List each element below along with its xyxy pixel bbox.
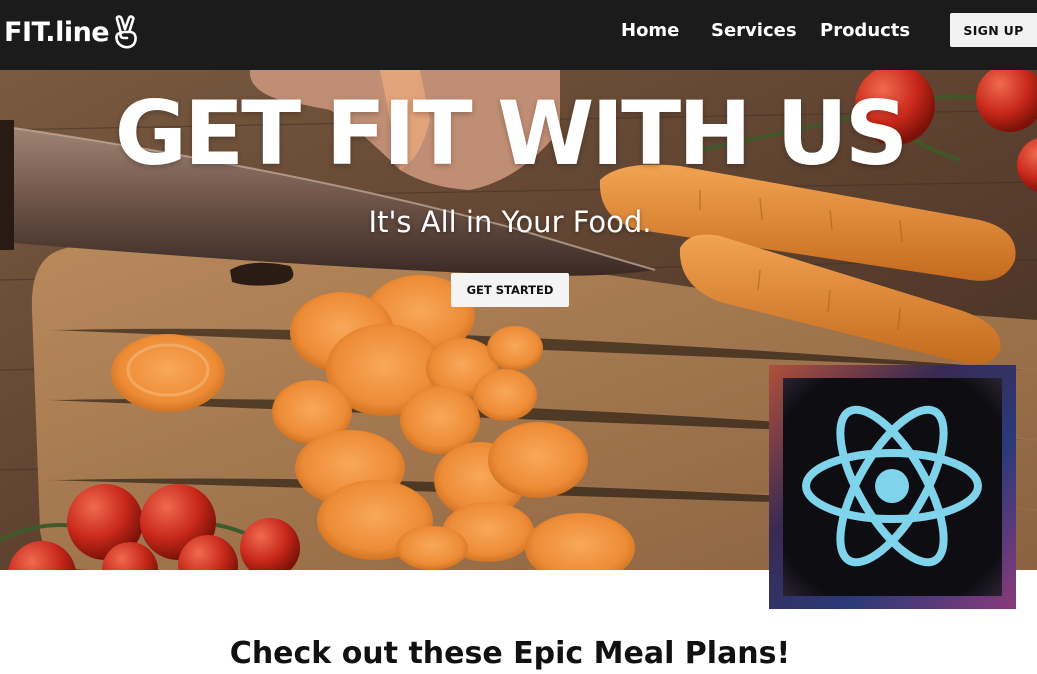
nav-link-services[interactable]: Services <box>711 20 797 41</box>
hero-title: GET FIT WITH US <box>114 82 908 185</box>
navbar: FIT.line Home Services Products SIGN UP <box>0 0 1037 70</box>
hero-subtitle: It's All in Your Food. <box>368 205 652 239</box>
logo-link[interactable]: FIT.line <box>4 12 140 52</box>
peace-hand-icon <box>112 15 140 49</box>
nav-link-home[interactable]: Home <box>621 20 679 41</box>
section-title: Check out these Epic Meal Plans! <box>229 636 791 671</box>
logo-text: FIT.line <box>4 16 110 48</box>
sign-up-button[interactable]: SIGN UP <box>950 13 1037 47</box>
nav-link-products[interactable]: Products <box>820 20 910 41</box>
react-logo-icon <box>769 365 1016 609</box>
get-started-button[interactable]: GET STARTED <box>451 273 569 307</box>
